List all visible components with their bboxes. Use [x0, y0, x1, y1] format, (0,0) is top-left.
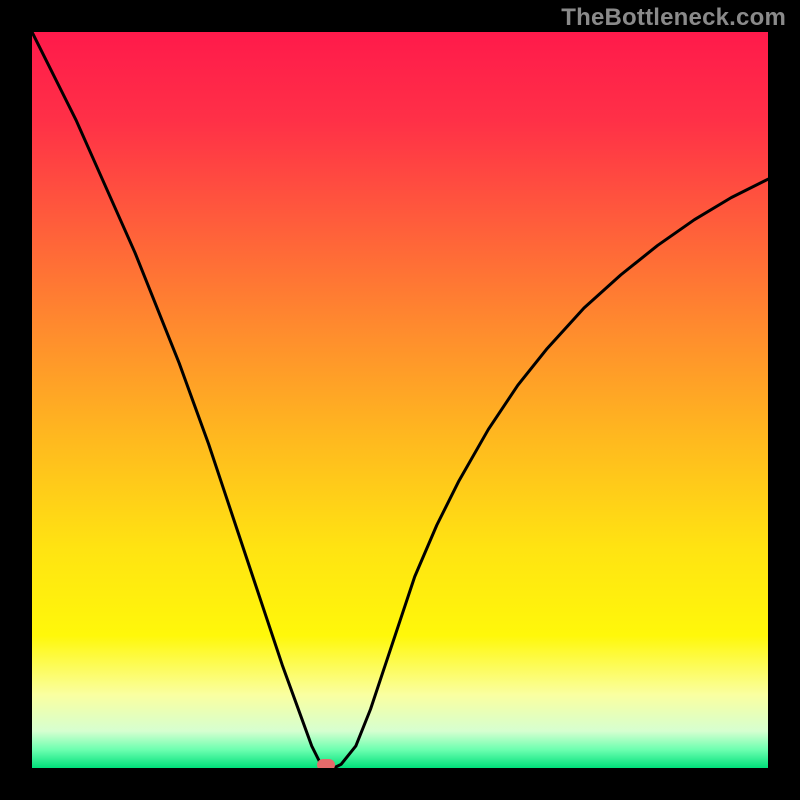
chart-frame: TheBottleneck.com [0, 0, 800, 800]
plot-area [32, 32, 768, 768]
watermark-label: TheBottleneck.com [561, 4, 786, 32]
curve-path [32, 32, 768, 768]
bottleneck-curve [32, 32, 768, 768]
optimum-marker [317, 759, 335, 768]
